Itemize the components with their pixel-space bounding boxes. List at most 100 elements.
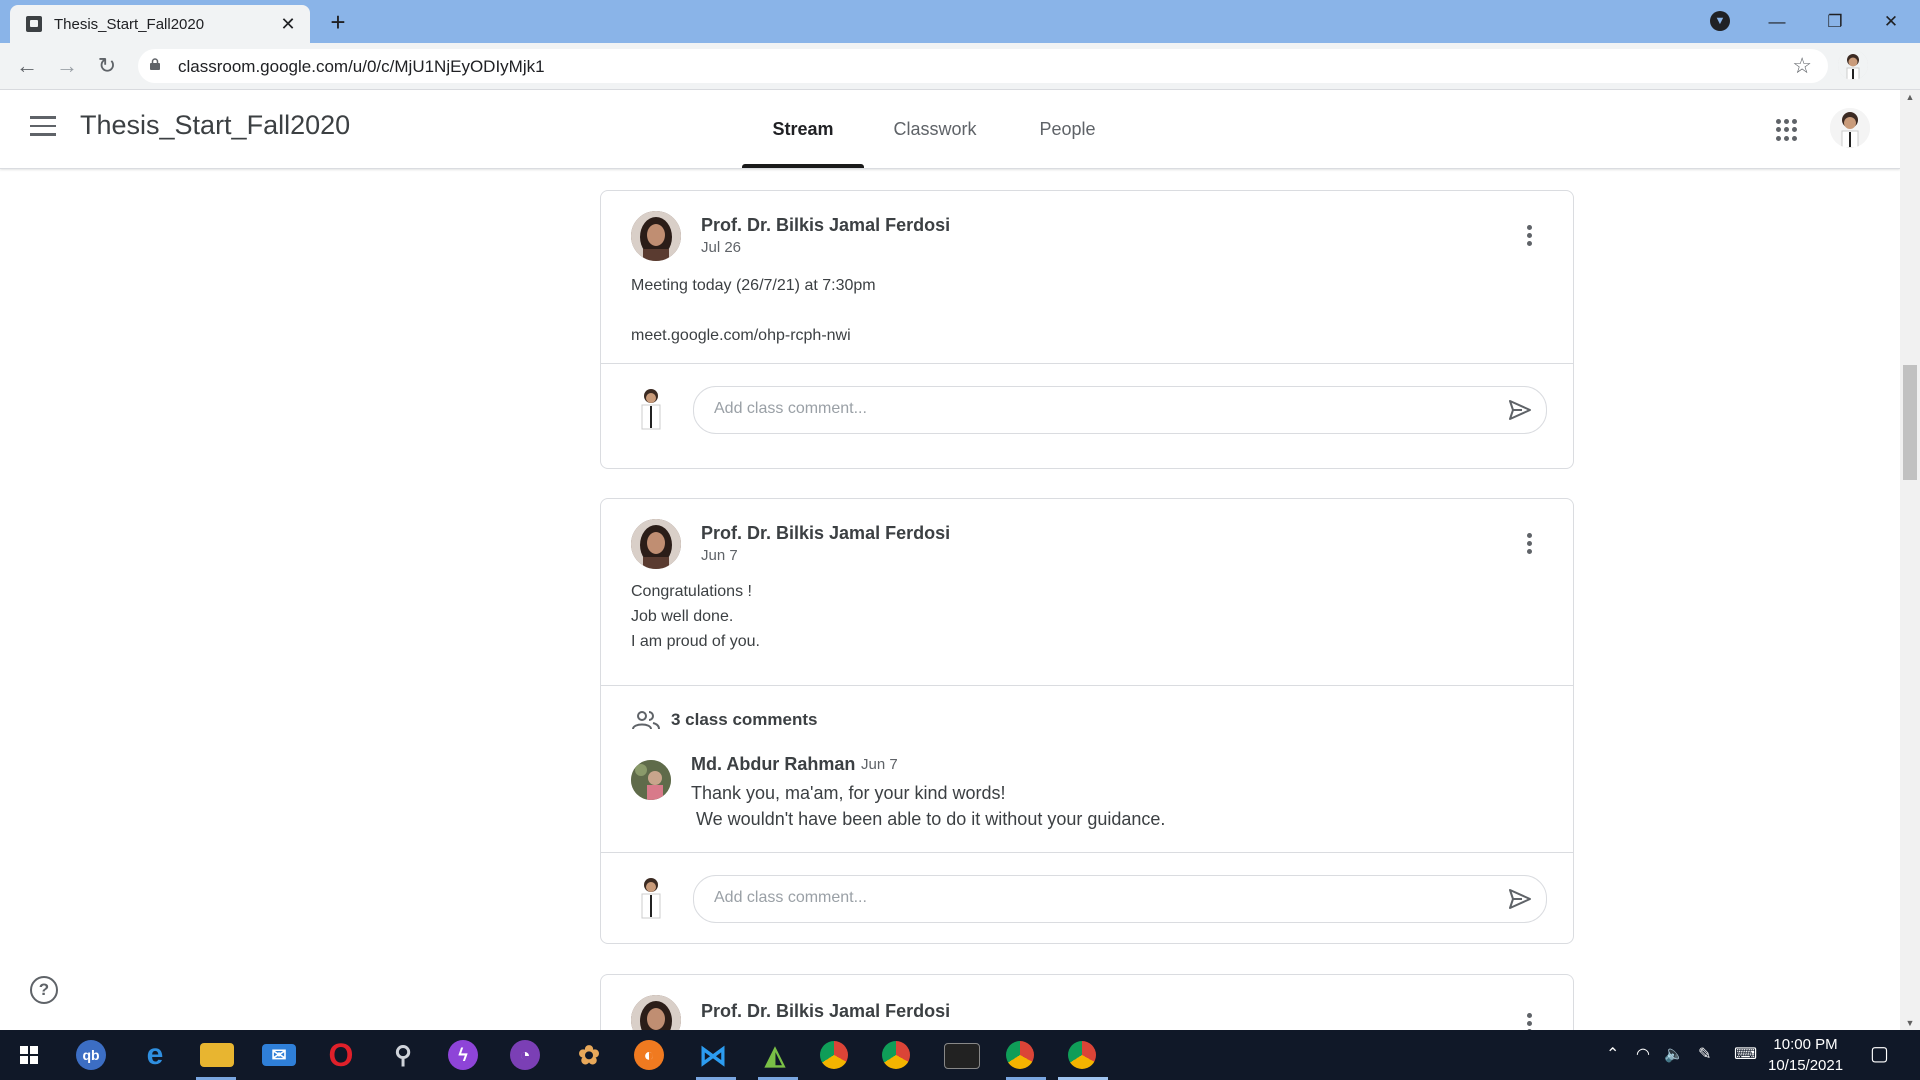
scroll-down-icon[interactable]: ▼	[1900, 1018, 1920, 1028]
terminal-icon[interactable]	[944, 1043, 980, 1069]
post-author: Prof. Dr. Bilkis Jamal Ferdosi	[701, 1001, 951, 1021]
browser-tab-strip: Thesis_Start_Fall2020 ✕ + ▼ — ❐ ✕	[0, 0, 1920, 43]
comment-date: Jun 7	[861, 756, 898, 773]
new-tab-button[interactable]: +	[323, 7, 353, 38]
windows-taskbar: qb e ✉ O ⚲ ϟ ◔ ✿ ◐ ⋈ ◭ ⌃ ◠ 🔈 ✎ ⌨ 10:00 P…	[0, 1030, 1920, 1080]
close-tab-icon[interactable]: ✕	[276, 14, 300, 35]
author-avatar	[631, 211, 681, 261]
classroom-header: Thesis_Start_Fall2020 Stream Classwork P…	[0, 90, 1900, 169]
github-desktop-icon[interactable]: ◔	[510, 1040, 540, 1070]
file-explorer-icon[interactable]	[200, 1043, 234, 1067]
windows-start-icon[interactable]	[12, 1038, 46, 1072]
opera-icon[interactable]: O	[324, 1037, 358, 1073]
comment-row: Add class comment...	[601, 364, 1573, 454]
post-date: Jun 7	[701, 547, 738, 564]
taskbar-clock[interactable]: 10:00 PM 10/15/2021	[1768, 1034, 1843, 1076]
post-body: Meeting today (26/7/21) at 7:30pm meet.g…	[601, 261, 1573, 363]
send-icon[interactable]	[1508, 399, 1532, 421]
class-title[interactable]: Thesis_Start_Fall2020	[80, 110, 350, 141]
class-comments-section: 3 class comments Md. Abdur Rahman Jun 7 …	[601, 686, 1573, 852]
reload-icon[interactable]: ↻	[90, 49, 124, 83]
people-icon	[632, 711, 660, 730]
more-options-icon[interactable]	[1527, 1013, 1533, 1031]
lock-icon	[150, 58, 160, 70]
satellite-icon[interactable]: ⚲	[386, 1038, 420, 1072]
class-comments-count-link[interactable]: 3 class comments	[671, 710, 817, 730]
class-comment-input[interactable]: Add class comment...	[693, 875, 1547, 923]
post-header: Prof. Dr. Bilkis Jamal Ferdosi	[601, 975, 1573, 1031]
page-scrollbar[interactable]: ▲ ▼	[1900, 90, 1920, 1030]
restore-button[interactable]: ❐	[1806, 0, 1864, 43]
stream-post: Prof. Dr. Bilkis Jamal Ferdosi	[600, 974, 1574, 1031]
account-avatar[interactable]	[1830, 108, 1870, 148]
main-menu-icon[interactable]	[30, 116, 56, 136]
commenter-avatar	[631, 760, 671, 800]
clock-date: 10/15/2021	[1768, 1057, 1844, 1074]
scrollbar-thumb[interactable]	[1903, 365, 1917, 480]
class-comment-input[interactable]: Add class comment...	[693, 386, 1547, 434]
pen-icon[interactable]: ✎	[1698, 1044, 1711, 1064]
post-text-line: I am proud of you.	[631, 633, 760, 650]
chrome-profile-icon[interactable]	[820, 1041, 848, 1069]
comment-placeholder: Add class comment...	[714, 889, 867, 906]
post-text-line: Congratulations !	[631, 583, 752, 600]
bookmark-star-icon[interactable]: ☆	[1792, 53, 1812, 79]
author-avatar	[631, 995, 681, 1031]
tray-overflow-icon[interactable]: ⌃	[1606, 1044, 1619, 1064]
classroom-favicon-icon	[26, 16, 42, 32]
firefox-icon[interactable]: ◐	[634, 1040, 664, 1070]
my-avatar	[641, 389, 661, 430]
browser-tab-title: Thesis_Start_Fall2020	[54, 15, 205, 33]
post-author: Prof. Dr. Bilkis Jamal Ferdosi	[701, 215, 951, 235]
forward-arrow-icon[interactable]: →	[50, 49, 84, 83]
more-options-icon[interactable]	[1527, 533, 1533, 557]
post-header: Prof. Dr. Bilkis Jamal Ferdosi Jun 7	[601, 499, 1573, 569]
comment-text: Thank you, ma'am, for your kind words! W…	[691, 783, 1166, 829]
stream-post: Prof. Dr. Bilkis Jamal Ferdosi Jul 26 Me…	[600, 190, 1574, 469]
android-studio-icon[interactable]: ◭	[758, 1038, 792, 1072]
network-icon[interactable]: ◠	[1636, 1044, 1650, 1064]
chrome-icon[interactable]	[882, 1041, 910, 1069]
paint-icon[interactable]: ✿	[572, 1038, 606, 1072]
back-arrow-icon[interactable]: ←	[10, 49, 44, 83]
tab-classwork[interactable]: Classwork	[880, 90, 990, 168]
help-icon[interactable]: ?	[30, 976, 58, 1004]
stream-post: Prof. Dr. Bilkis Jamal Ferdosi Jun 7 Con…	[600, 498, 1574, 944]
my-avatar	[641, 878, 661, 919]
address-bar[interactable]: classroom.google.com/u/0/c/MjU1NjEyODIyM…	[138, 49, 1828, 83]
close-window-button[interactable]: ✕	[1862, 0, 1920, 43]
chrome-ek-icon[interactable]	[1006, 1041, 1034, 1069]
browser-tab[interactable]: Thesis_Start_Fall2020 ✕	[10, 5, 310, 43]
send-icon[interactable]	[1508, 888, 1532, 910]
google-apps-icon[interactable]	[1776, 119, 1798, 141]
tab-stream[interactable]: Stream	[742, 90, 864, 168]
clock-time: 10:00 PM	[1773, 1036, 1838, 1053]
scroll-up-icon[interactable]: ▲	[1900, 92, 1920, 102]
keyboard-icon[interactable]: ⌨	[1734, 1044, 1757, 1064]
tab-people[interactable]: People	[1010, 90, 1125, 168]
browser-toolbar: ← → ↻ classroom.google.com/u/0/c/MjU1NjE…	[0, 43, 1920, 120]
browser-profile-avatar[interactable]	[1838, 50, 1868, 80]
post-author: Prof. Dr. Bilkis Jamal Ferdosi	[701, 523, 951, 543]
minimize-button[interactable]: —	[1748, 0, 1806, 43]
url-text[interactable]: classroom.google.com/u/0/c/MjU1NjEyODIyM…	[178, 57, 545, 77]
post-text-line: Job well done.	[631, 608, 734, 625]
vscode-icon[interactable]: ⋈	[696, 1038, 730, 1072]
volume-icon[interactable]: 🔈	[1664, 1044, 1684, 1064]
notifications-icon[interactable]: ▢	[1870, 1041, 1889, 1066]
mail-icon[interactable]: ✉	[262, 1044, 296, 1066]
post-date: Jul 26	[701, 239, 742, 256]
post-text-line: Meeting today (26/7/21) at 7:30pm	[631, 277, 876, 294]
tab-search-icon[interactable]: ▼	[1710, 11, 1730, 31]
comment-placeholder: Add class comment...	[714, 400, 867, 417]
qbittorrent-icon[interactable]: qb	[76, 1040, 106, 1070]
post-body: Congratulations ! Job well done. I am pr…	[601, 569, 1573, 685]
post-header: Prof. Dr. Bilkis Jamal Ferdosi Jul 26	[601, 191, 1573, 261]
more-options-icon[interactable]	[1527, 225, 1533, 249]
edge-icon[interactable]: e	[138, 1038, 172, 1072]
chrome-active-icon[interactable]	[1068, 1041, 1096, 1069]
messenger-icon[interactable]: ϟ	[448, 1040, 478, 1070]
meet-link[interactable]: meet.google.com/ohp-rcph-nwi	[631, 323, 1543, 348]
comment-row: Add class comment...	[601, 853, 1573, 943]
post-text-line	[631, 298, 1543, 323]
